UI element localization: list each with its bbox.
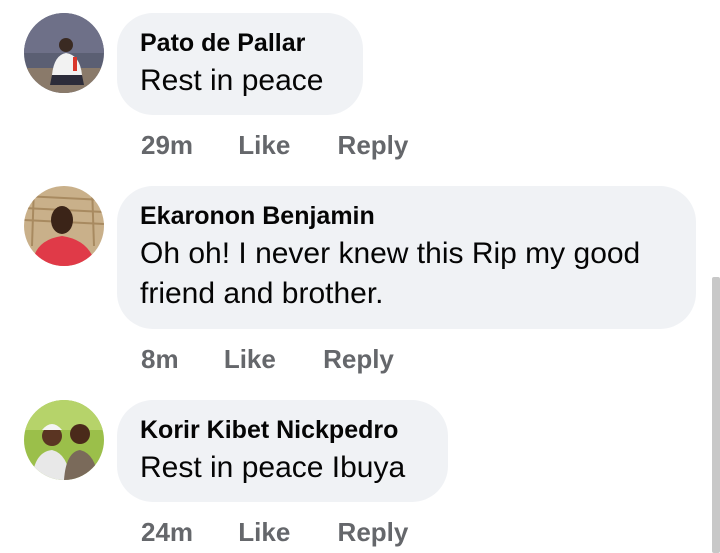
comment-bubble: Pato de Pallar Rest in peace <box>117 13 363 115</box>
reply-button[interactable]: Reply <box>338 130 409 161</box>
profile-photo-icon <box>24 400 104 480</box>
comment-text: Rest in peace Ibuya <box>140 451 406 484</box>
comment-author[interactable]: Pato de Pallar <box>140 27 339 59</box>
comment-bubble: Korir Kibet Nickpedro Rest in peace Ibuy… <box>117 400 448 502</box>
comment-text: Rest in peace <box>140 64 324 97</box>
comment-bubble: Ekaronon Benjamin Oh oh! I never knew th… <box>117 186 696 329</box>
comment-timestamp[interactable]: 24m <box>141 517 193 548</box>
comment-author[interactable]: Ekaronon Benjamin <box>140 200 672 232</box>
profile-photo-icon <box>24 186 104 266</box>
like-button[interactable]: Like <box>224 344 276 375</box>
comment-actions: 24m Like Reply <box>141 517 408 548</box>
like-button[interactable]: Like <box>238 517 290 548</box>
comment-author[interactable]: Korir Kibet Nickpedro <box>140 414 424 446</box>
comment-timestamp[interactable]: 29m <box>141 130 193 161</box>
like-button[interactable]: Like <box>238 130 290 161</box>
reply-button[interactable]: Reply <box>338 517 409 548</box>
comment-text: Oh oh! I never knew this Rip my good fri… <box>140 237 641 310</box>
comment-actions: 8m Like Reply <box>141 344 394 375</box>
comment-actions: 29m Like Reply <box>141 130 408 161</box>
avatar[interactable] <box>24 186 104 266</box>
profile-photo-icon <box>24 13 104 93</box>
scrollbar[interactable] <box>712 277 720 553</box>
comment-timestamp[interactable]: 8m <box>141 344 179 375</box>
avatar[interactable] <box>24 400 104 480</box>
avatar[interactable] <box>24 13 104 93</box>
reply-button[interactable]: Reply <box>323 344 394 375</box>
